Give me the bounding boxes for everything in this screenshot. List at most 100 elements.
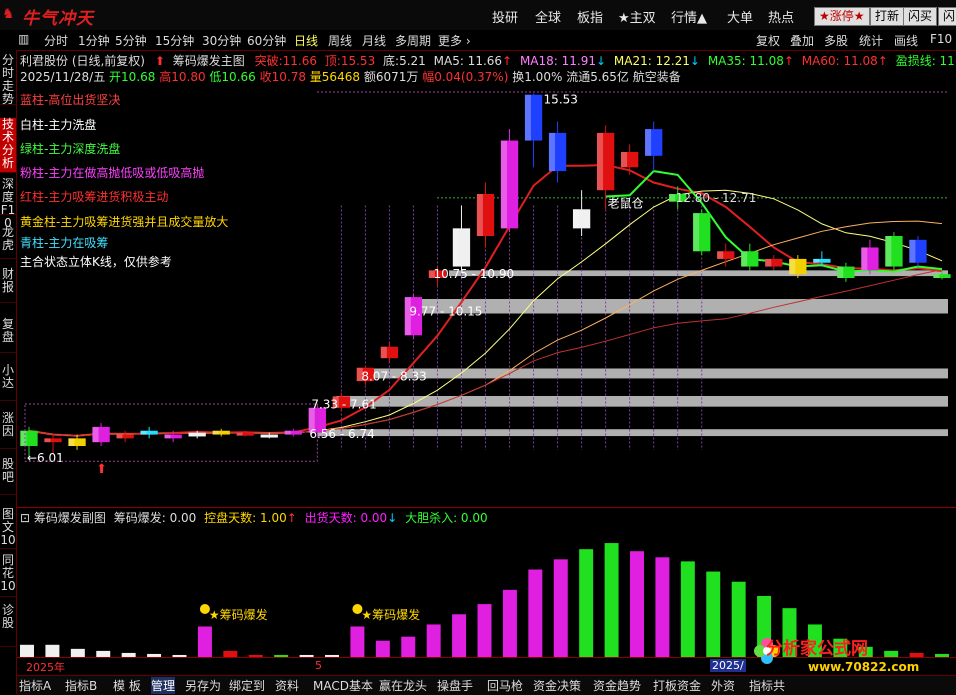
bottom-tab[interactable]: 管理: [151, 677, 176, 694]
grid-menu-icon[interactable]: ▥: [18, 32, 29, 46]
sidebar-tab[interactable]: 龙虎: [0, 226, 16, 259]
sidebar-tab[interactable]: 小达: [0, 364, 16, 401]
period-tab[interactable]: 月线: [362, 32, 386, 49]
laoshu-label: 老鼠仓: [608, 196, 644, 210]
bottom-tab[interactable]: 资金决策: [533, 677, 581, 694]
chart-tool-button[interactable]: 统计: [859, 32, 883, 49]
sidebar-tab[interactable]: 图文10: [0, 508, 16, 549]
candle-shine: [789, 258, 796, 275]
period-tab[interactable]: 1分钟: [78, 32, 110, 49]
sub-bar[interactable]: [680, 561, 695, 657]
sub-bar[interactable]: [452, 614, 467, 657]
period-tab[interactable]: 60分钟: [247, 32, 286, 49]
sidebar-tab[interactable]: 诊股: [0, 604, 16, 647]
bottom-tab[interactable]: 绑定到: [229, 677, 265, 694]
sidebar-tab[interactable]: 股吧: [0, 458, 16, 495]
sidebar-tab[interactable]: 深度F10: [0, 178, 16, 230]
period-tab[interactable]: 30分钟: [202, 32, 241, 49]
chart-tool-button[interactable]: 叠加: [790, 32, 814, 49]
bottom-tab[interactable]: 操盘手: [437, 677, 473, 694]
bottom-tab[interactable]: 外资: [711, 677, 735, 694]
sub-bar[interactable]: [477, 604, 492, 657]
sidebar-tab[interactable]: 分时走势: [0, 54, 16, 106]
sidebar-tab[interactable]: 财报: [0, 268, 16, 303]
low-label: ←6.01: [27, 451, 64, 465]
bottom-tab[interactable]: 打板资金: [653, 677, 701, 694]
ma35-value: MA35: 11.08: [707, 54, 784, 68]
sub-bar[interactable]: [579, 549, 594, 657]
breakout-label: 突破:: [254, 54, 283, 68]
period-tab[interactable]: 分时: [44, 32, 68, 49]
top-nav-item[interactable]: 全球: [535, 7, 561, 26]
sub-s2: 控盘天数: 1.00: [204, 511, 287, 525]
sub-bar[interactable]: [502, 589, 517, 657]
quote-amount: 额6071万: [363, 70, 419, 84]
top-nav-item[interactable]: ★主双: [618, 7, 656, 26]
sub-bar[interactable]: [528, 569, 543, 657]
top-nav-item[interactable]: 行情▲: [671, 7, 707, 26]
period-tab[interactable]: 周线: [328, 32, 352, 49]
period-tab[interactable]: 5分钟: [115, 32, 147, 49]
bottom-tab[interactable]: 模 板: [113, 677, 141, 694]
candle-shine: [548, 132, 555, 172]
period-tab[interactable]: 更多 ›: [438, 32, 471, 49]
candlestick-chart[interactable]: 15.53 ←6.01 老鼠仓 12.80 - 12.71 10.75 - 10.90 9…: [17, 88, 956, 508]
sidebar-tab[interactable]: 涨因: [0, 412, 16, 449]
quote-change: 幅0.04(0.37%): [422, 70, 509, 84]
chart-tool-button[interactable]: F10: [930, 32, 952, 46]
bottom-tab[interactable]: 指标A: [19, 677, 51, 694]
period-tab[interactable]: 15分钟: [155, 32, 194, 49]
top-nav-item[interactable]: 板指: [577, 7, 603, 26]
bottom-tab[interactable]: 赢在龙头: [379, 677, 427, 694]
indicator-title[interactable]: 筹码爆发主图: [173, 54, 245, 68]
sub-bar[interactable]: [630, 551, 644, 657]
top-quick-button[interactable]: ★涨停★: [814, 7, 870, 26]
top-nav-item[interactable]: 大单: [727, 7, 753, 26]
range-label: 10.75 - 10.90: [433, 267, 514, 281]
top-quick-button[interactable]: 打新: [870, 7, 905, 26]
sub-title[interactable]: 筹码爆发副图: [34, 511, 106, 525]
sub-bar[interactable]: [350, 626, 365, 657]
sub-bar[interactable]: [45, 644, 60, 657]
sidebar-tab[interactable]: 技术分析: [0, 118, 16, 173]
legend-item: 青柱-主力在吸筹: [20, 236, 109, 250]
bottom-tab[interactable]: MACD基本: [313, 677, 373, 694]
quote-sector[interactable]: 航空装备: [633, 70, 681, 84]
down-small-icon: ↓: [387, 511, 398, 525]
top-quick-button[interactable]: 闪买: [903, 7, 938, 26]
top-label: 顶:: [324, 54, 341, 68]
sub-bar[interactable]: [553, 559, 568, 657]
sub-bar[interactable]: [655, 557, 670, 657]
range-label: 12.80 - 12.71: [676, 191, 757, 205]
bottom-tab[interactable]: 资料: [275, 677, 299, 694]
period-tab[interactable]: 多周期: [395, 32, 431, 49]
bottom-tab[interactable]: 资金趋势: [593, 677, 641, 694]
chart-tool-button[interactable]: 画线: [894, 32, 918, 49]
chart-tool-button[interactable]: 复权: [756, 32, 780, 49]
top-nav-item[interactable]: 投研: [492, 7, 518, 26]
sub-bar[interactable]: [401, 636, 416, 657]
axis-end-date: 2025/: [710, 659, 746, 672]
bottom-tab[interactable]: 回马枪: [487, 677, 523, 694]
sub-bar[interactable]: [706, 571, 721, 657]
quote-volume: 量56468: [309, 70, 360, 84]
sub-bar[interactable]: [20, 644, 34, 657]
sub-bar[interactable]: [375, 640, 390, 657]
bottom-tab[interactable]: 指标共: [749, 677, 785, 694]
up-arrow-icon: ⬆: [154, 54, 165, 68]
top-nav-item[interactable]: 热点: [768, 7, 794, 26]
period-tab[interactable]: 日线: [294, 32, 318, 49]
sub-bar[interactable]: [604, 543, 619, 657]
sub-bar[interactable]: [731, 581, 746, 657]
sidebar-tab[interactable]: 复盘: [0, 318, 16, 353]
sidebar-tab[interactable]: 同花10: [0, 554, 16, 597]
sub-bar[interactable]: [70, 648, 85, 657]
bottom-tab[interactable]: 另存为: [185, 677, 221, 694]
panel-divider[interactable]: [17, 507, 956, 508]
sub-bar[interactable]: [197, 626, 212, 657]
quote-open: 开10.68: [109, 70, 156, 84]
chart-tool-button[interactable]: 多股: [824, 32, 848, 49]
bottom-tab[interactable]: 指标B: [65, 677, 97, 694]
sub-bar[interactable]: [426, 624, 441, 657]
top-quick-button[interactable]: 闪: [938, 7, 956, 26]
